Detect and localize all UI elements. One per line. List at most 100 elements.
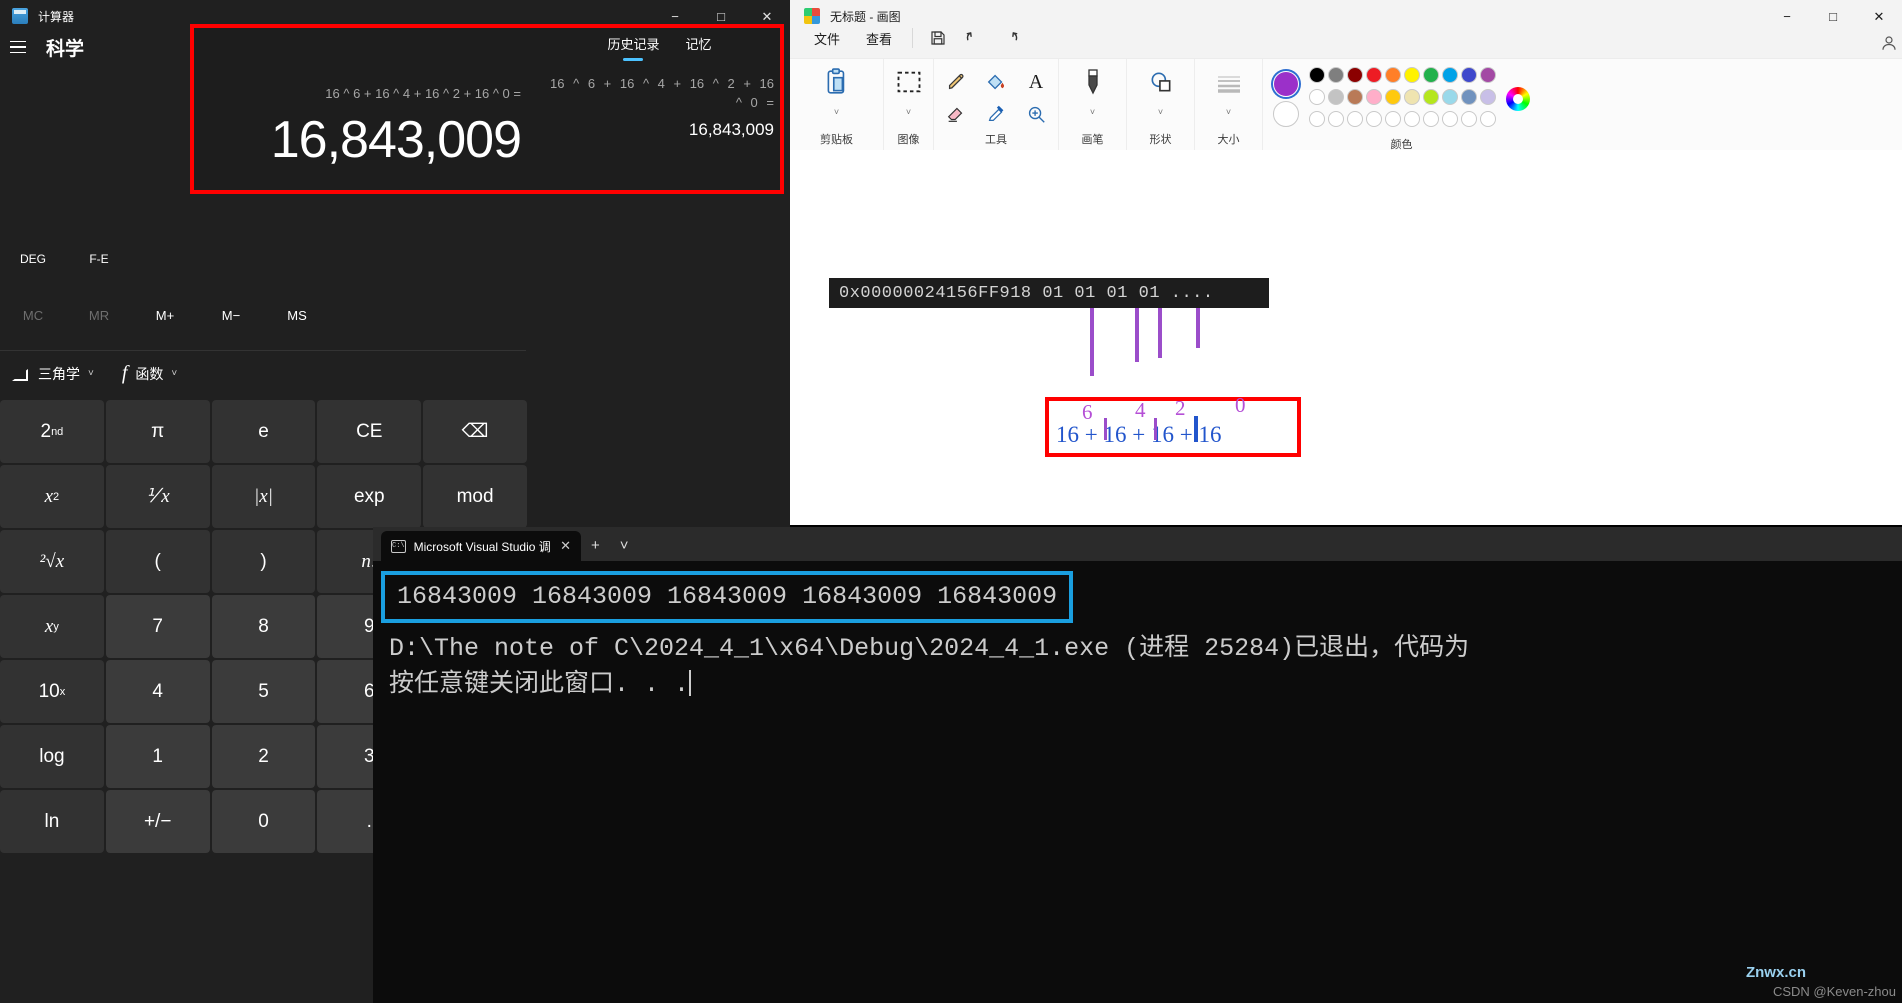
chevron-down-icon[interactable]: ˅: [1158, 107, 1163, 117]
palette-swatch[interactable]: [1480, 67, 1496, 83]
palette-swatch[interactable]: [1385, 89, 1401, 105]
calc-key-x[interactable]: ⅟ x: [105, 465, 210, 528]
calc-key-1[interactable]: 1: [105, 725, 210, 788]
calc-key-[interactable]: (: [105, 530, 210, 593]
palette-swatch[interactable]: [1347, 111, 1363, 127]
paint-close-button[interactable]: ✕: [1856, 0, 1902, 32]
close-icon[interactable]: ✕: [560, 538, 571, 554]
fe-toggle-button[interactable]: F-E: [66, 245, 132, 273]
hamburger-menu-icon[interactable]: [10, 37, 30, 57]
palette-swatch[interactable]: [1461, 111, 1477, 127]
palette-swatch[interactable]: [1385, 111, 1401, 127]
palette-swatch[interactable]: [1423, 67, 1439, 83]
shapes-icon[interactable]: [1144, 67, 1178, 97]
palette-swatch[interactable]: [1366, 67, 1382, 83]
color-picker-icon[interactable]: [979, 99, 1013, 129]
chevron-down-icon[interactable]: ˅: [1226, 107, 1231, 117]
calc-key-4[interactable]: 4: [105, 660, 210, 723]
calc-key-log[interactable]: log: [0, 725, 104, 788]
new-tab-button[interactable]: +: [581, 531, 610, 561]
palette-swatch[interactable]: [1309, 111, 1325, 127]
calc-key-mod[interactable]: mod: [423, 465, 527, 528]
chevron-down-icon[interactable]: ˅: [906, 107, 911, 117]
palette-swatch[interactable]: [1404, 67, 1420, 83]
palette-swatch[interactable]: [1404, 89, 1420, 105]
calc-key-[interactable]: ): [211, 530, 316, 593]
memory-clear-button[interactable]: MC: [0, 300, 66, 330]
chevron-down-icon[interactable]: ˅: [834, 107, 839, 117]
calc-key-x-y[interactable]: xy: [0, 595, 104, 658]
text-tool-icon[interactable]: A: [1019, 67, 1053, 97]
palette-swatch[interactable]: [1309, 89, 1325, 105]
tab-history[interactable]: 历史记录: [607, 34, 659, 61]
memory-add-button[interactable]: M+: [132, 300, 198, 330]
calc-key-2[interactable]: 2: [211, 725, 316, 788]
trigonometry-dropdown[interactable]: 三角学 ˅: [12, 364, 94, 384]
calc-key-2-nd[interactable]: 2nd: [0, 400, 104, 463]
palette-swatch[interactable]: [1442, 89, 1458, 105]
account-icon[interactable]: [1880, 34, 1898, 55]
deg-toggle-button[interactable]: DEG: [0, 245, 66, 273]
palette-swatch[interactable]: [1347, 67, 1363, 83]
calc-key-7[interactable]: 7: [105, 595, 210, 658]
calc-key-e[interactable]: e: [211, 400, 316, 463]
palette-swatch[interactable]: [1423, 111, 1439, 127]
eraser-icon[interactable]: [939, 99, 973, 129]
color-wheel-icon[interactable]: [1506, 86, 1530, 111]
primary-color-swatch[interactable]: [1273, 70, 1299, 97]
select-icon[interactable]: [892, 67, 926, 97]
chevron-down-icon[interactable]: ˅: [1090, 107, 1095, 117]
pencil-icon[interactable]: [939, 67, 973, 97]
palette-swatch[interactable]: [1347, 89, 1363, 105]
magnifier-icon[interactable]: [1019, 99, 1053, 129]
paint-canvas[interactable]: 0x00000024156FF918 01 01 01 01 .... 6 4 …: [790, 150, 1902, 525]
undo-icon[interactable]: [957, 24, 991, 52]
palette-swatch[interactable]: [1423, 89, 1439, 105]
functions-dropdown[interactable]: f 函数 ˅: [122, 362, 177, 385]
console-tab[interactable]: C:\ Microsoft Visual Studio 调试控制台 ✕: [381, 531, 581, 561]
console-output[interactable]: 16843009 16843009 16843009 16843009 1684…: [373, 561, 1902, 1003]
chevron-down-icon[interactable]: ˅: [610, 531, 639, 561]
calc-key-x-2[interactable]: x2: [0, 465, 104, 528]
brush-icon[interactable]: [1076, 67, 1110, 97]
tab-memory[interactable]: 记忆: [686, 34, 712, 61]
calc-key-10-x[interactable]: 10 x: [0, 660, 104, 723]
palette-swatch[interactable]: [1328, 111, 1344, 127]
calc-key-x[interactable]: |x|: [211, 465, 316, 528]
calc-key-exp[interactable]: exp: [317, 465, 422, 528]
palette-swatch[interactable]: [1366, 111, 1382, 127]
palette-swatch[interactable]: [1404, 111, 1420, 127]
calc-key-5[interactable]: 5: [211, 660, 316, 723]
palette-swatch[interactable]: [1480, 89, 1496, 105]
palette-swatch[interactable]: [1442, 67, 1458, 83]
memory-subtract-button[interactable]: M−: [198, 300, 264, 330]
palette-swatch[interactable]: [1309, 67, 1325, 83]
redo-icon[interactable]: [993, 24, 1027, 52]
menu-view[interactable]: 查看: [854, 25, 904, 52]
palette-swatch[interactable]: [1385, 67, 1401, 83]
memory-store-button[interactable]: MS: [264, 300, 330, 330]
palette-swatch[interactable]: [1328, 67, 1344, 83]
palette-swatch[interactable]: [1461, 89, 1477, 105]
save-icon[interactable]: [921, 24, 955, 52]
calc-key-CE[interactable]: CE: [317, 400, 422, 463]
calc-key-8[interactable]: 8: [211, 595, 316, 658]
secondary-color-swatch[interactable]: [1273, 100, 1299, 127]
calc-key-x[interactable]: ²√x: [0, 530, 104, 593]
paste-icon[interactable]: [820, 67, 854, 97]
palette-swatch[interactable]: [1442, 111, 1458, 127]
fill-bucket-icon[interactable]: [979, 67, 1013, 97]
calc-key-[interactable]: π: [105, 400, 210, 463]
palette-swatch[interactable]: [1480, 111, 1496, 127]
palette-swatch[interactable]: [1328, 89, 1344, 105]
calc-key-ln[interactable]: ln: [0, 790, 104, 853]
menu-file[interactable]: 文件: [802, 25, 852, 52]
calc-key-[interactable]: ⌫: [423, 400, 527, 463]
paint-minimize-button[interactable]: −: [1764, 0, 1810, 32]
history-list-item[interactable]: 16 ^ 6 + 16 ^ 4 + 16 ^ 2 + 16 ^ 0 = 16,8…: [545, 74, 774, 140]
palette-swatch[interactable]: [1366, 89, 1382, 105]
calc-key-0[interactable]: 0: [211, 790, 316, 853]
palette-swatch[interactable]: [1461, 67, 1477, 83]
line-size-icon[interactable]: [1212, 67, 1246, 97]
paint-maximize-button[interactable]: □: [1810, 0, 1856, 32]
